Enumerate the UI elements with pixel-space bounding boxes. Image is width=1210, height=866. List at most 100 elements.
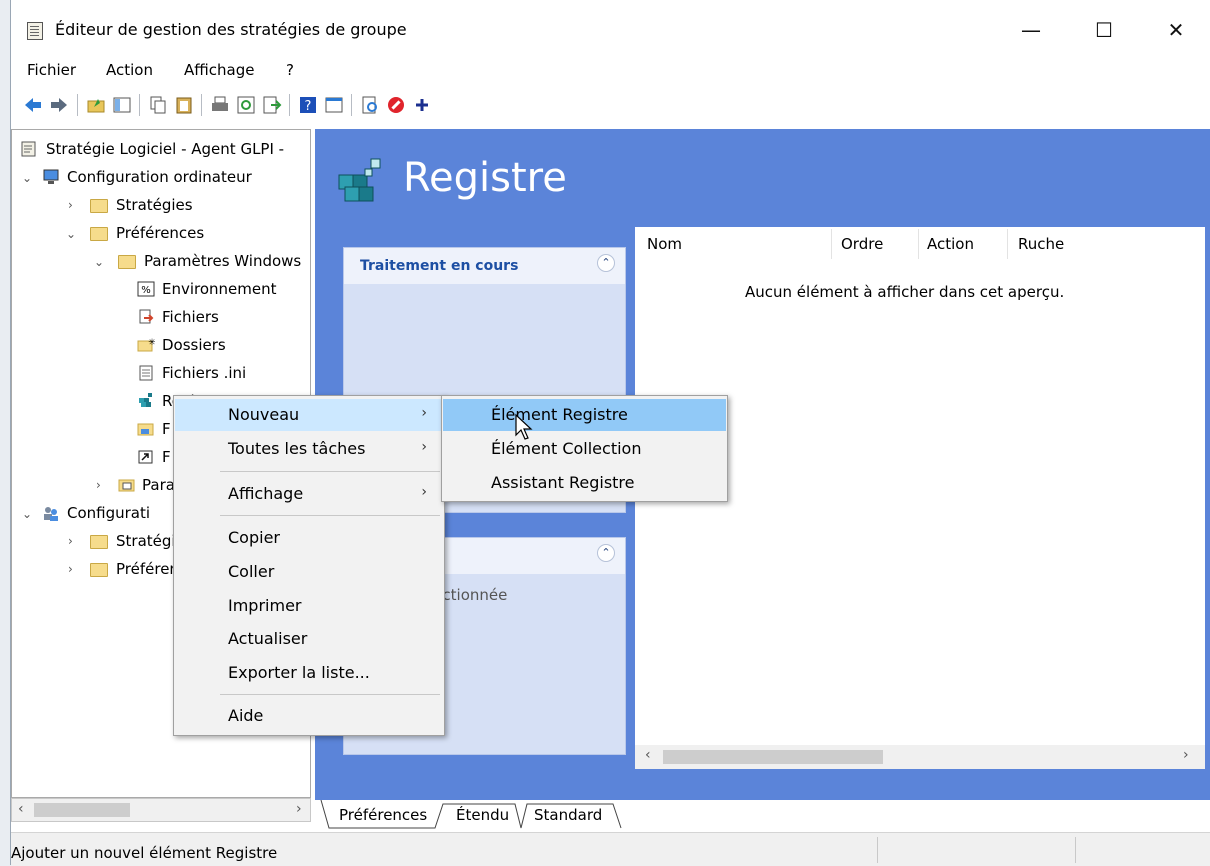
chevron-right-icon[interactable]: › [68, 199, 80, 211]
back-arrow-icon[interactable] [23, 95, 43, 115]
close-button[interactable]: ✕ [1156, 14, 1196, 46]
print-icon[interactable] [210, 95, 230, 115]
gpo-editor-icon [27, 22, 43, 40]
scroll-thumb[interactable] [663, 750, 883, 764]
chevron-right-icon[interactable]: › [68, 535, 80, 547]
menu-item-label: Copier [228, 528, 280, 547]
menu-fichier[interactable]: Fichier [27, 61, 76, 79]
menu-item-label: Nouveau [228, 405, 300, 424]
menu-item-exporter-la-liste[interactable]: Exporter la liste... [175, 657, 443, 689]
menu-item-toutes-les-taches[interactable]: Toutes les tâches › [175, 433, 443, 465]
tree-label: Paramètres Windows [144, 252, 302, 270]
menu-item-imprimer[interactable]: Imprimer [175, 590, 443, 622]
column-action[interactable]: Action [927, 235, 974, 253]
menu-item-nouveau[interactable]: Nouveau › [175, 399, 443, 431]
scroll-left-icon[interactable]: ‹ [18, 801, 24, 817]
menu-item-label: Toutes les tâches [228, 439, 366, 458]
folder-icon [90, 535, 108, 549]
show-tree-icon[interactable] [112, 95, 132, 115]
svg-text:?: ? [305, 99, 312, 114]
help-icon[interactable]: ? [298, 95, 318, 115]
scroll-left-icon[interactable]: ‹ [645, 747, 651, 763]
folder-icon [90, 227, 108, 241]
submenu-element-registre[interactable]: Élément Registre [443, 399, 726, 431]
submenu-arrow-icon: › [421, 405, 427, 421]
menu-item-affichage[interactable]: Affichage › [175, 478, 443, 510]
forward-arrow-icon[interactable] [49, 95, 69, 115]
tree-label: F [162, 448, 171, 466]
status-bar: Ajouter un nouvel élément Registre [11, 832, 1210, 866]
add-icon[interactable] [412, 95, 432, 115]
menu-item-copier[interactable]: Copier [175, 522, 443, 554]
submenu-label: Élément Collection [491, 439, 642, 458]
shared-folder-icon [137, 423, 154, 436]
tab-standard[interactable]: Standard [534, 806, 602, 824]
column-ruche[interactable]: Ruche [1018, 235, 1064, 253]
tab-etendu[interactable]: Étendu [456, 806, 509, 824]
column-separator [1007, 229, 1008, 259]
collapse-chevron-icon[interactable]: ⌃ [597, 254, 615, 272]
scroll-thumb[interactable] [34, 803, 130, 817]
users-icon [44, 507, 58, 521]
scroll-right-icon[interactable]: › [296, 801, 302, 817]
menu-item-label: Coller [228, 562, 275, 581]
submenu-assistant-registre[interactable]: Assistant Registre [443, 467, 726, 499]
title-bar: Éditeur de gestion des stratégies de gro… [11, 0, 1210, 58]
view-tabs: Préférences Étendu Standard [315, 800, 1210, 830]
menu-item-label: Exporter la liste... [228, 663, 370, 682]
tree-label: Configurati [67, 504, 151, 522]
submenu-arrow-icon: › [421, 439, 427, 455]
stop-icon[interactable] [386, 95, 406, 115]
tree-label: Fichiers [162, 308, 219, 326]
submenu-element-collection[interactable]: Élément Collection [443, 433, 726, 465]
tree-root-label: Stratégie Logiciel - Agent GLPI - [46, 140, 285, 158]
preview-icon[interactable] [360, 95, 380, 115]
menu-item-coller[interactable]: Coller [175, 556, 443, 588]
tree-label: Préférer [116, 560, 176, 578]
menu-item-aide[interactable]: Aide [175, 700, 443, 732]
tree-label: F [162, 420, 171, 438]
mouse-cursor-icon [515, 413, 533, 440]
status-separator [877, 837, 878, 863]
panel-header: Traitement en cours ⌃ [344, 248, 625, 284]
chevron-down-icon[interactable]: ⌄ [66, 228, 78, 240]
chevron-down-icon[interactable]: ⌄ [94, 256, 106, 268]
tree-label: Environnement [162, 280, 277, 298]
menu-separator [220, 471, 440, 472]
copy-icon[interactable] [148, 95, 168, 115]
maximize-button[interactable]: ☐ [1084, 14, 1124, 46]
menu-item-label: Actualiser [228, 629, 308, 648]
tree-horizontal-scrollbar[interactable]: ‹ › [11, 798, 311, 822]
menu-item-actualiser[interactable]: Actualiser [175, 623, 443, 655]
folder-icon [118, 255, 136, 269]
tab-preferences[interactable]: Préférences [339, 806, 427, 824]
paste-icon[interactable] [174, 95, 194, 115]
column-ordre[interactable]: Ordre [841, 235, 883, 253]
collapse-chevron-icon[interactable]: ⌃ [597, 544, 615, 562]
menu-separator [220, 694, 440, 695]
minimize-button[interactable]: — [1011, 14, 1051, 46]
chevron-right-icon[interactable]: › [68, 563, 80, 575]
menu-item-label: Imprimer [228, 596, 302, 615]
column-separator [918, 229, 919, 259]
refresh-icon[interactable] [236, 95, 256, 115]
menu-help[interactable]: ? [286, 61, 294, 79]
column-separator [831, 229, 832, 259]
chevron-right-icon[interactable]: › [96, 479, 108, 491]
files-icon [139, 309, 154, 324]
chevron-down-icon[interactable]: ⌄ [22, 508, 34, 520]
folder-icon [90, 199, 108, 213]
up-folder-icon[interactable] [86, 95, 106, 115]
menu-action[interactable]: Action [106, 61, 153, 79]
menu-affichage[interactable]: Affichage [184, 61, 254, 79]
properties-icon[interactable] [324, 95, 344, 115]
export-icon[interactable] [262, 95, 282, 115]
column-nom[interactable]: Nom [647, 235, 682, 253]
list-horizontal-scrollbar[interactable]: ‹ › [635, 745, 1205, 769]
chevron-down-icon[interactable]: ⌄ [22, 172, 34, 184]
computer-icon [43, 169, 59, 184]
toolbar-separator [77, 94, 78, 116]
submenu-label: Élément Registre [491, 405, 628, 424]
scroll-right-icon[interactable]: › [1183, 747, 1189, 763]
extension-title: Registre [403, 155, 567, 201]
